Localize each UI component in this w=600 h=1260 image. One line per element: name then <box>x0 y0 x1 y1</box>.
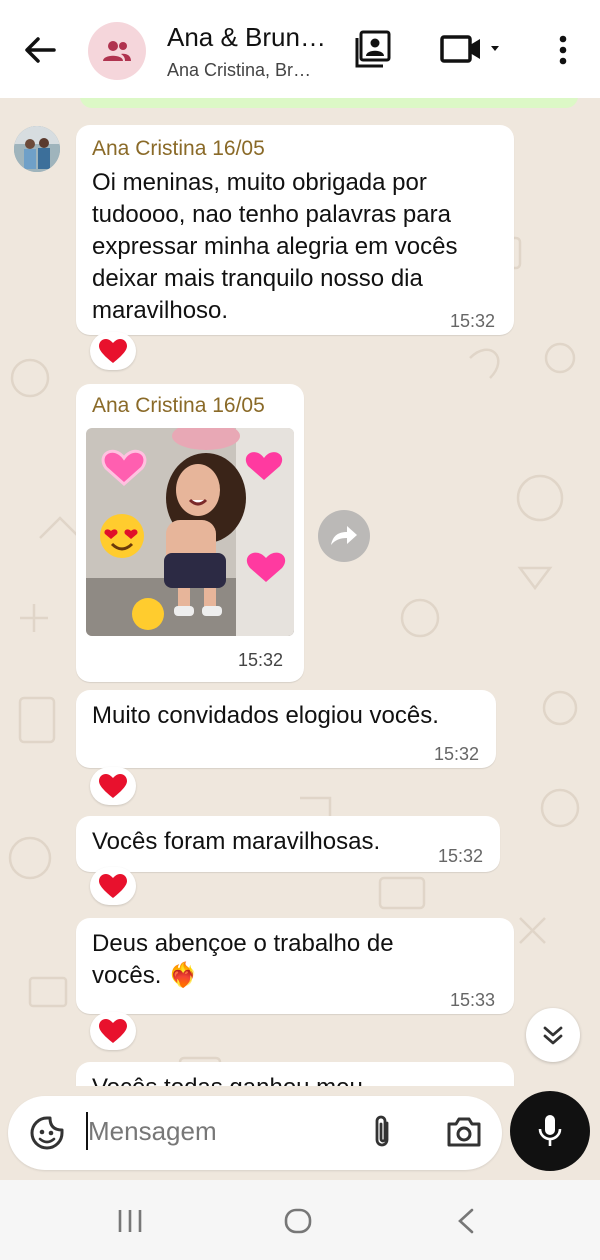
message-time: 15:32 <box>450 311 496 331</box>
chat-title[interactable]: Ana & Brun… <box>167 22 347 53</box>
forward-button[interactable] <box>318 510 370 562</box>
system-navigation-bar <box>0 1180 600 1260</box>
home-icon[interactable] <box>284 1208 312 1239</box>
message-text: Deus abençoe o trabalho de vocês. ❤️‍🔥 <box>92 928 394 992</box>
shared-photo[interactable] <box>86 428 294 636</box>
more-vert-icon[interactable] <box>556 34 570 71</box>
heart-icon <box>99 873 127 898</box>
recent-apps-icon[interactable] <box>116 1208 144 1239</box>
message-line: deixar mais tranquilo nosso dia <box>92 265 423 292</box>
chat-area[interactable]: Ana Cristina 16/05 Oi meninas, muito obr… <box>0 98 600 1098</box>
image-message-bubble[interactable]: Ana Cristina 16/05 <box>76 384 304 682</box>
message-line: Deus abençoe o trabalho de <box>92 930 394 957</box>
message-line: maravilhoso. <box>92 297 229 324</box>
double-chevron-down-icon <box>543 1026 563 1045</box>
message-time: 15:33 <box>450 990 496 1010</box>
group-icon <box>103 41 131 61</box>
message-line: expressar minha alegria em vocês <box>92 233 458 260</box>
message-time: 15:32 <box>434 744 480 764</box>
contact-card-icon[interactable] <box>355 30 391 73</box>
heart-icon <box>99 773 127 798</box>
message-bubble[interactable]: Deus abençoe o trabalho de vocês. ❤️‍🔥 1… <box>76 918 514 1014</box>
voice-message-button[interactable] <box>510 1091 590 1171</box>
message-bubble[interactable]: Muito convidados elogiou vocês. 15:32 <box>76 690 496 768</box>
video-call-icon[interactable] <box>440 34 510 69</box>
attachment-icon[interactable] <box>370 1114 394 1155</box>
message-input[interactable]: Mensagem <box>88 1116 217 1147</box>
heart-icon <box>99 1018 127 1043</box>
heart-icon <box>99 338 127 363</box>
heart-reaction[interactable] <box>90 332 136 370</box>
heart-reaction[interactable] <box>90 767 136 805</box>
message-input-bar[interactable]: Mensagem <box>8 1096 502 1170</box>
sender-avatar[interactable] <box>14 126 60 172</box>
message-bubble[interactable]: Ana Cristina 16/05 Oi meninas, muito obr… <box>76 125 514 335</box>
heart-reaction[interactable] <box>90 1012 136 1050</box>
chat-header: Ana & Brun… Ana Cristina, Br… <box>0 0 600 98</box>
sticker-icon[interactable] <box>30 1116 64 1155</box>
message-time: 15:32 <box>238 650 284 670</box>
group-avatar[interactable] <box>88 22 146 80</box>
nav-back-icon[interactable] <box>456 1208 476 1239</box>
back-arrow-icon[interactable] <box>20 30 60 70</box>
previous-message-bubble <box>80 98 578 108</box>
message-time: 15:32 <box>438 846 484 866</box>
message-text: Vocês foram maravilhosas. <box>92 828 381 855</box>
camera-icon[interactable] <box>446 1116 482 1153</box>
sender-name: Ana Cristina 16/05 <box>92 394 265 417</box>
image-time-badge: 15:32 <box>226 642 300 676</box>
message-line: Oi meninas, muito obrigada por <box>92 169 427 196</box>
chat-subtitle[interactable]: Ana Cristina, Br… <box>167 60 311 81</box>
microphone-icon <box>538 1115 562 1146</box>
message-line: vocês. ❤️‍🔥 <box>92 962 198 989</box>
sender-name: Ana Cristina 16/05 <box>92 137 265 160</box>
heart-reaction[interactable] <box>90 867 136 905</box>
message-line: tudoooo, nao tenho palavras para <box>92 201 451 228</box>
message-text: Muito convidados elogiou vocês. <box>92 702 439 729</box>
scroll-to-bottom-button[interactable] <box>526 1008 580 1062</box>
message-text: Oi meninas, muito obrigada por tudoooo, … <box>92 167 458 327</box>
forward-icon <box>331 526 357 545</box>
message-bubble[interactable]: Vocês foram maravilhosas. 15:32 <box>76 816 500 872</box>
